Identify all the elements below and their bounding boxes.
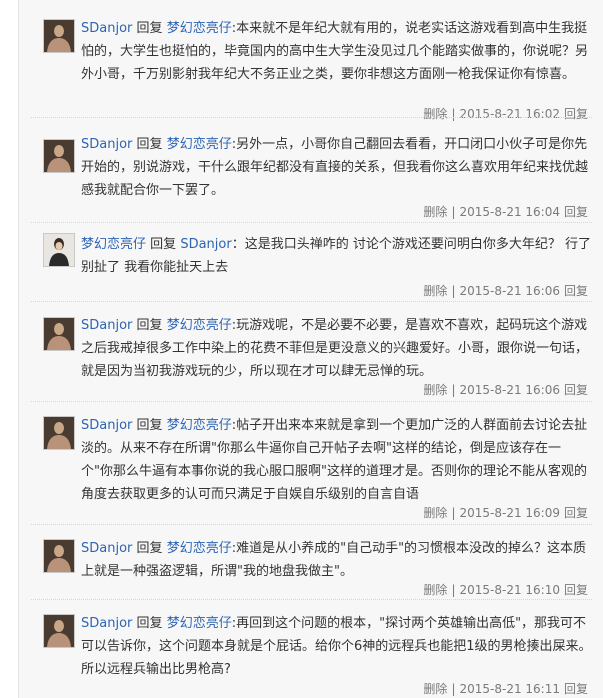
person-avatar-icon <box>44 318 74 350</box>
delete-link[interactable]: 删除 <box>423 284 447 298</box>
timestamp: 2015-8-21 16:09 <box>459 506 560 520</box>
person-avatar-icon <box>44 540 74 572</box>
reply-word: 回复 <box>136 418 163 433</box>
comment-author-link[interactable]: SDanjor <box>81 616 132 631</box>
comment-author-link[interactable]: SDanjor <box>81 418 132 433</box>
comment-author-link[interactable]: SDanjor <box>81 541 132 556</box>
person-avatar-icon <box>44 20 74 52</box>
separator: | <box>451 383 456 397</box>
avatar[interactable] <box>43 19 75 53</box>
person-avatar-icon <box>44 615 74 647</box>
reply-target-link[interactable]: 梦幻恋亮仔 <box>167 137 232 152</box>
reply-target-link[interactable]: 梦幻恋亮仔 <box>167 21 232 36</box>
comment-author-link[interactable]: 梦幻恋亮仔 <box>81 237 146 252</box>
delete-link[interactable]: 删除 <box>423 383 447 397</box>
reply-link[interactable]: 回复 <box>564 583 588 597</box>
avatar[interactable] <box>43 317 75 351</box>
delete-link[interactable]: 删除 <box>423 583 447 597</box>
avatar[interactable] <box>43 539 75 573</box>
avatar[interactable] <box>43 139 75 173</box>
timestamp: 2015-8-21 16:04 <box>459 205 560 219</box>
comment-author-link[interactable]: SDanjor <box>81 318 132 333</box>
comment-item: SDanjor 回复 梦幻恋亮仔:难道是从小养成的"自己动手"的习惯根本没改的掉… <box>19 525 603 600</box>
person-avatar-icon <box>44 417 74 449</box>
reply-target-link[interactable]: 梦幻恋亮仔 <box>167 541 232 556</box>
reply-target-link[interactable]: 梦幻恋亮仔 <box>167 418 232 433</box>
timestamp: 2015-8-21 16:06 <box>459 284 560 298</box>
delete-link[interactable]: 删除 <box>423 682 447 696</box>
comment-author-link[interactable]: SDanjor <box>81 21 132 36</box>
timestamp: 2015-8-21 16:06 <box>459 383 560 397</box>
avatar[interactable] <box>43 614 75 648</box>
reply-target-link[interactable]: 梦幻恋亮仔 <box>167 318 232 333</box>
comment-meta: 删除 | 2015-8-21 16:09 回复 <box>419 504 592 521</box>
comment-item: 梦幻恋亮仔 回复 SDanjor：这是我口头禅咋的 讨论个游戏还要问明白你多大年… <box>19 223 603 302</box>
reply-target-link[interactable]: 梦幻恋亮仔 <box>167 616 232 631</box>
separator: | <box>451 682 456 696</box>
person-avatar-icon <box>44 234 74 266</box>
reply-word: 回复 <box>136 318 163 333</box>
reply-link[interactable]: 回复 <box>564 506 588 520</box>
reply-link[interactable]: 回复 <box>564 205 588 219</box>
delete-link[interactable]: 删除 <box>423 506 447 520</box>
reply-target-link[interactable]: SDanjor <box>180 237 231 252</box>
reply-word: 回复 <box>136 21 163 36</box>
reply-word: 回复 <box>136 541 163 556</box>
reply-link[interactable]: 回复 <box>564 682 588 696</box>
separator: | <box>451 506 456 520</box>
comment-author-link[interactable]: SDanjor <box>81 137 132 152</box>
reply-word: 回复 <box>136 616 163 631</box>
delete-link[interactable]: 删除 <box>423 205 447 219</box>
person-avatar-icon <box>44 140 74 172</box>
comment-item: SDanjor 回复 梦幻恋亮仔:另外一点，小哥你自己翻回去看看，开口闭口小伙子… <box>19 118 603 223</box>
comment-meta: 删除 | 2015-8-21 16:10 回复 <box>419 581 592 598</box>
comment-meta: 删除 | 2015-8-21 16:04 回复 <box>419 203 592 220</box>
avatar[interactable] <box>43 233 75 267</box>
reply-link[interactable]: 回复 <box>564 383 588 397</box>
comment-meta: 删除 | 2015-8-21 16:11 回复 <box>419 680 592 697</box>
separator: | <box>451 284 456 298</box>
comment-list: SDanjor 回复 梦幻恋亮仔:本来就不是年纪大就有用的，说老实话这游戏看到高… <box>18 0 603 698</box>
avatar[interactable] <box>43 416 75 450</box>
comment-meta: 删除 | 2015-8-21 16:06 回复 <box>419 282 592 299</box>
comment-item: SDanjor 回复 梦幻恋亮仔:帖子开出来本来就是拿到一个更加广泛的人群面前去… <box>19 402 603 525</box>
reply-link[interactable]: 回复 <box>564 284 588 298</box>
separator: | <box>451 583 456 597</box>
timestamp: 2015-8-21 16:11 <box>459 682 560 696</box>
comment-item: SDanjor 回复 梦幻恋亮仔:再回到这个问题的根本，"探讨两个英雄输出高低"… <box>19 600 603 698</box>
separator: | <box>451 205 456 219</box>
comment-item: SDanjor 回复 梦幻恋亮仔:玩游戏呢，不是必要不必要，是喜欢不喜欢，起码玩… <box>19 302 603 402</box>
comment-meta: 删除 | 2015-8-21 16:06 回复 <box>419 381 592 398</box>
comment-item: SDanjor 回复 梦幻恋亮仔:本来就不是年纪大就有用的，说老实话这游戏看到高… <box>19 0 603 121</box>
reply-word: 回复 <box>150 237 177 252</box>
reply-word: 回复 <box>136 137 163 152</box>
timestamp: 2015-8-21 16:10 <box>459 583 560 597</box>
